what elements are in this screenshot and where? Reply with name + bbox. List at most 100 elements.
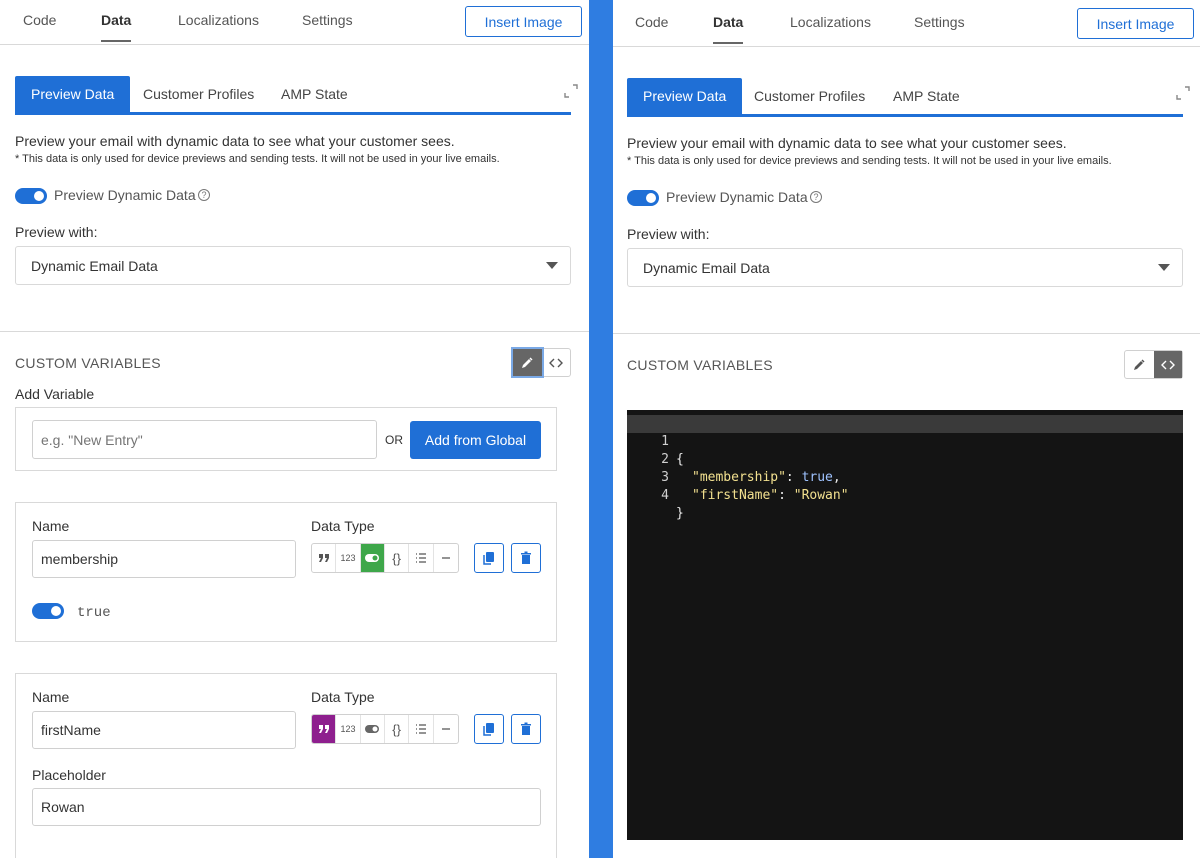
custom-variables-title: CUSTOM VARIABLES bbox=[15, 355, 161, 371]
delete-variable-button[interactable] bbox=[511, 714, 541, 744]
type-object-button[interactable]: {} bbox=[385, 544, 410, 572]
top-tab-bar: Code Data Localizations Settings Insert … bbox=[613, 0, 1200, 47]
code-mode-button[interactable] bbox=[1153, 351, 1182, 378]
data-type-label: Data Type bbox=[311, 689, 375, 705]
code-icon bbox=[548, 358, 563, 367]
add-variable-label: Add Variable bbox=[15, 386, 95, 402]
type-object-button[interactable]: {} bbox=[385, 715, 410, 743]
type-null-button[interactable] bbox=[434, 544, 458, 572]
type-null-button[interactable] bbox=[434, 715, 458, 743]
tab-settings[interactable]: Settings bbox=[914, 14, 965, 42]
duplicate-variable-button[interactable] bbox=[474, 714, 504, 744]
tab-code[interactable]: Code bbox=[23, 12, 56, 40]
expand-icon[interactable] bbox=[564, 84, 578, 98]
insert-image-button[interactable]: Insert Image bbox=[465, 6, 582, 37]
name-label: Name bbox=[32, 518, 70, 534]
type-array-button[interactable] bbox=[409, 544, 434, 572]
tab-data[interactable]: Data bbox=[713, 14, 744, 44]
type-number-button[interactable]: 123 bbox=[336, 715, 361, 743]
pencil-icon bbox=[522, 356, 533, 368]
tab-data[interactable]: Data bbox=[101, 12, 132, 42]
list-icon bbox=[415, 553, 426, 563]
preview-dynamic-data-toggle[interactable] bbox=[15, 188, 47, 204]
code-line: 2 "membership": true, bbox=[627, 433, 1183, 485]
subtab-customer-profiles[interactable]: Customer Profiles bbox=[143, 76, 254, 112]
new-variable-input[interactable] bbox=[32, 420, 377, 459]
section-divider bbox=[0, 331, 589, 332]
right-panel: Code Data Localizations Settings Insert … bbox=[613, 0, 1200, 858]
duplicate-variable-button[interactable] bbox=[474, 543, 504, 573]
left-panel: Code Data Localizations Settings Insert … bbox=[0, 0, 589, 858]
split-divider[interactable] bbox=[589, 0, 613, 858]
data-type-label: Data Type bbox=[311, 518, 375, 534]
json-code-editor[interactable]: 1 { 2 "membership": true, 3 "firstName":… bbox=[627, 410, 1183, 840]
json-separator: : bbox=[778, 488, 794, 503]
edit-mode-button[interactable] bbox=[1125, 351, 1154, 378]
intro-text: Preview your email with dynamic data to … bbox=[627, 135, 1067, 151]
type-string-button[interactable] bbox=[312, 715, 337, 743]
variable-name-field[interactable]: membership bbox=[32, 540, 296, 578]
sub-tab-bar: Preview Data Customer Profiles AMP State bbox=[15, 76, 571, 115]
placeholder-field[interactable]: Rowan bbox=[32, 788, 541, 826]
sub-tab-bar: Preview Data Customer Profiles AMP State bbox=[627, 78, 1183, 117]
delete-variable-button[interactable] bbox=[511, 543, 541, 573]
preview-dynamic-data-label: Preview Dynamic Data bbox=[666, 189, 808, 205]
variable-name-field[interactable]: firstName bbox=[32, 711, 296, 749]
intro-text: Preview your email with dynamic data to … bbox=[15, 133, 455, 149]
subtab-preview-data[interactable]: Preview Data bbox=[627, 78, 743, 114]
subtab-preview-data[interactable]: Preview Data bbox=[15, 76, 131, 112]
pencil-icon bbox=[1134, 358, 1145, 370]
help-icon[interactable]: ? bbox=[198, 189, 210, 201]
chevron-down-icon bbox=[1158, 264, 1170, 271]
json-value: "Rowan" bbox=[793, 488, 849, 503]
quote-icon bbox=[318, 554, 329, 562]
preview-with-label: Preview with: bbox=[627, 226, 710, 242]
add-from-global-button[interactable]: Add from Global bbox=[410, 421, 541, 459]
tab-settings[interactable]: Settings bbox=[302, 12, 353, 40]
data-type-selector: 123 {} bbox=[311, 714, 459, 744]
add-variable-box: OR Add from Global bbox=[15, 407, 557, 471]
subtab-customer-profiles[interactable]: Customer Profiles bbox=[754, 78, 865, 114]
membership-value-toggle[interactable] bbox=[32, 603, 64, 619]
tab-code[interactable]: Code bbox=[635, 14, 668, 42]
tab-localizations[interactable]: Localizations bbox=[790, 14, 871, 42]
code-text: } bbox=[676, 506, 684, 521]
placeholder-label: Placeholder bbox=[32, 767, 106, 783]
minus-icon bbox=[441, 557, 450, 559]
trash-icon bbox=[521, 551, 531, 564]
variable-card-membership: Name Data Type membership 123 {} true bbox=[15, 502, 557, 642]
copy-icon bbox=[483, 552, 494, 565]
preview-with-select[interactable]: Dynamic Email Data bbox=[627, 248, 1183, 287]
type-string-button[interactable] bbox=[312, 544, 337, 572]
number-icon: 123 bbox=[340, 553, 356, 563]
braces-icon: {} bbox=[392, 721, 401, 737]
preview-dynamic-data-toggle[interactable] bbox=[627, 190, 659, 206]
note-text: * This data is only used for device prev… bbox=[627, 155, 1112, 167]
type-boolean-button[interactable] bbox=[360, 544, 385, 572]
preview-with-select[interactable]: Dynamic Email Data bbox=[15, 246, 571, 285]
top-tab-bar: Code Data Localizations Settings Insert … bbox=[0, 0, 589, 45]
subtab-amp-state[interactable]: AMP State bbox=[893, 78, 960, 114]
minus-icon bbox=[441, 728, 450, 730]
json-key: "firstName" bbox=[692, 488, 779, 503]
insert-image-button[interactable]: Insert Image bbox=[1077, 8, 1194, 39]
name-label: Name bbox=[32, 689, 70, 705]
code-text: "firstName": "Rowan" bbox=[692, 487, 849, 505]
list-icon bbox=[415, 724, 426, 734]
trash-icon bbox=[521, 722, 531, 735]
help-icon[interactable]: ? bbox=[810, 191, 822, 203]
tab-localizations[interactable]: Localizations bbox=[178, 12, 259, 40]
edit-mode-button[interactable] bbox=[513, 349, 542, 376]
type-number-button[interactable]: 123 bbox=[336, 544, 361, 572]
code-line: 1 { bbox=[627, 415, 1183, 467]
membership-value: true bbox=[77, 605, 111, 621]
quote-icon bbox=[318, 725, 329, 733]
copy-icon bbox=[483, 723, 494, 736]
type-boolean-button[interactable] bbox=[361, 715, 385, 743]
expand-icon[interactable] bbox=[1176, 86, 1190, 100]
code-line: 3 "firstName": "Rowan" bbox=[627, 451, 1183, 503]
type-array-button[interactable] bbox=[409, 715, 434, 743]
subtab-amp-state[interactable]: AMP State bbox=[281, 76, 348, 112]
code-mode-button[interactable] bbox=[542, 349, 571, 376]
variable-card-firstname: Name Data Type firstName 123 {} Placehol… bbox=[15, 673, 557, 858]
